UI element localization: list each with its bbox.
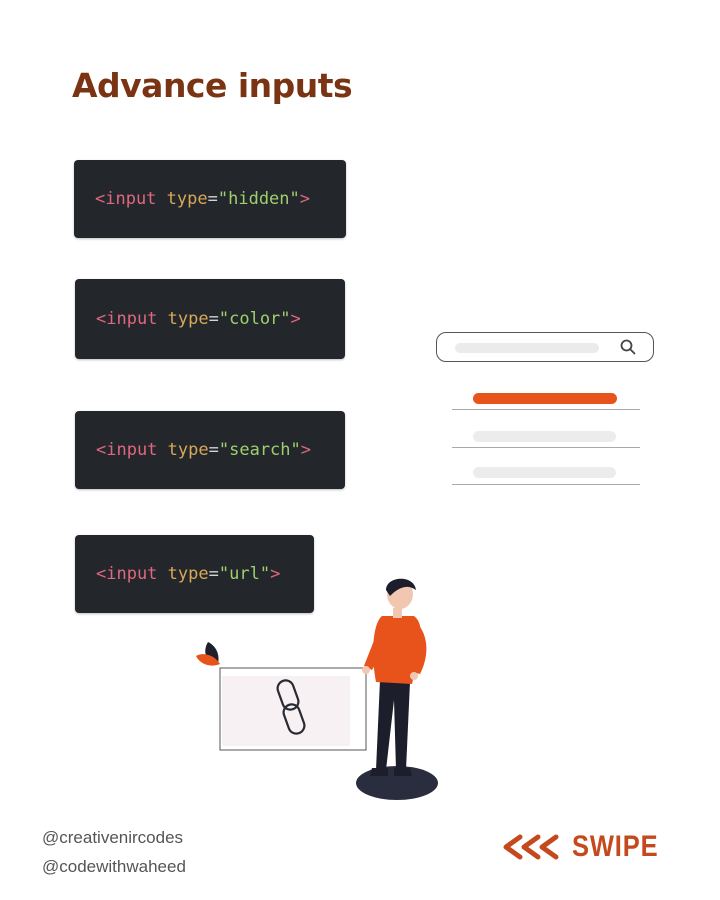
code-eq: = bbox=[207, 189, 218, 209]
code-block-hidden: <input type = "hidden" > bbox=[74, 160, 346, 238]
code-tag-close: > bbox=[300, 440, 312, 460]
search-placeholder-bar bbox=[455, 343, 599, 353]
swipe-label: SWIPE bbox=[572, 830, 659, 863]
code-value: "hidden" bbox=[217, 189, 300, 209]
code-block-search: <input type = "search" > bbox=[75, 411, 345, 489]
code-tag-close: > bbox=[290, 309, 301, 329]
leaf-icon bbox=[196, 642, 220, 666]
person-illustration bbox=[196, 578, 438, 800]
result-divider bbox=[452, 447, 640, 448]
code-tag-open: <input bbox=[96, 309, 158, 329]
code-tag-open: <input bbox=[96, 440, 158, 460]
search-result bbox=[473, 467, 616, 478]
magnifier-icon bbox=[620, 339, 636, 355]
social-handle: @codewithwaheed bbox=[42, 857, 186, 876]
code-value: "search" bbox=[218, 440, 301, 460]
result-divider bbox=[452, 409, 640, 410]
search-box-illustration bbox=[436, 332, 654, 362]
triple-chevron-left-icon bbox=[503, 834, 559, 860]
code-tag-open: <input bbox=[96, 564, 158, 584]
social-handle: @creativenircodes bbox=[42, 828, 184, 847]
code-block-color: <input type = "color" > bbox=[75, 279, 345, 359]
code-eq: = bbox=[208, 440, 219, 460]
code-attr: type bbox=[167, 440, 209, 460]
code-attr: type bbox=[166, 189, 208, 209]
code-attr: type bbox=[167, 309, 209, 329]
code-tag-close: > bbox=[299, 189, 311, 209]
search-result-active bbox=[473, 393, 617, 404]
code-tag-open: <input bbox=[95, 189, 157, 209]
search-result bbox=[473, 431, 616, 442]
code-value: "color" bbox=[218, 309, 291, 329]
result-divider bbox=[452, 484, 640, 485]
page-title: Advance inputs bbox=[72, 66, 353, 105]
swipe-indicator: SWIPE bbox=[500, 830, 674, 864]
code-eq: = bbox=[208, 309, 219, 329]
